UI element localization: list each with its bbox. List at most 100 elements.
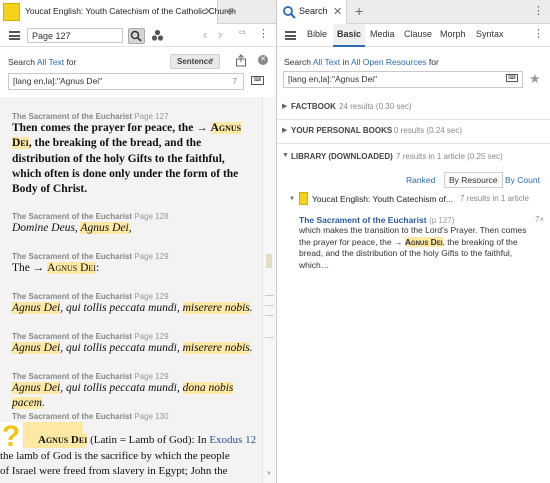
search-button[interactable] (128, 28, 145, 44)
query-count: 7 (232, 76, 237, 86)
text-d: of Israel were freed from slavery in Egy… (0, 465, 228, 478)
text-a: , qui tollis peccata mundi, (60, 342, 183, 354)
collapse-icon[interactable]: ▼ (289, 196, 295, 202)
clear-icon[interactable]: ✕ (258, 55, 268, 65)
tab-media[interactable]: Media (370, 29, 395, 39)
query-text: [lang en,la]:"Agnus Dei" (288, 74, 378, 84)
entry-6: The Sacrament of the Eucharist Page 129 … (12, 372, 257, 412)
search-icon (283, 6, 296, 19)
scroll-mark (265, 337, 274, 338)
entry-text: Then comes the prayer for peace, the → A… (12, 121, 257, 197)
menu-icon[interactable] (9, 31, 20, 40)
resource-title[interactable]: Youcat English: Youth Catechism of... (312, 194, 453, 204)
sentence-dropdown[interactable]: Sentence ▼ (170, 54, 220, 69)
search-line: Search All Text for (8, 57, 76, 67)
personal-books-section[interactable]: ▶ YOUR PERSONAL BOOKS 0 results (0.24 se… (277, 120, 550, 144)
all-text-link[interactable]: All Text (313, 57, 340, 67)
book-icon (299, 192, 308, 205)
tab-bible[interactable]: Bible (307, 29, 327, 39)
text-c: the lamb of God is the sacrifice by whic… (0, 450, 230, 462)
snippet-line: which makes the transition to the Lord’s… (299, 225, 527, 235)
text-a: The → (12, 262, 48, 274)
highlight-agnus-dei[interactable]: Agnus Dei (38, 434, 88, 446)
section-title: The Sacrament of the Eucharist (12, 412, 133, 421)
snippet-line: bread, and the distribution of the holy … (299, 248, 513, 258)
tab-youcat[interactable]: Youcat English: Youth Catechism of the C… (0, 0, 236, 24)
highlight-miserere[interactable]: miserere nobis (182, 302, 250, 314)
entry-text-cont: the lamb of God is the sacrifice by whic… (0, 449, 260, 480)
entry-head: The Sacrament of the Eucharist Page 129 (12, 332, 257, 341)
search-input[interactable]: [lang en,la]:"Agnus Dei" 7 (8, 73, 244, 90)
search-hit[interactable]: The Sacrament of the Eucharist (p 127) 7… (299, 215, 549, 271)
new-tab-icon[interactable]: + (226, 3, 234, 19)
more-icon[interactable]: ⋮ (258, 27, 269, 40)
search-line: Search All Text in All Open Resources fo… (284, 57, 439, 67)
by-resource-option[interactable]: By Resource (444, 172, 503, 188)
collapse-icon: ▼ (282, 152, 289, 159)
ranked-option[interactable]: Ranked (406, 175, 435, 185)
text-a: Then comes the prayer for peace, the → (12, 122, 211, 134)
menu-icon[interactable] (285, 31, 296, 40)
section-title: The Sacrament of the Eucharist (12, 252, 133, 261)
resource-info: 7 results in 1 article (460, 194, 529, 203)
section-title: The Sacrament of the Eucharist (12, 332, 133, 341)
all-text-link[interactable]: All Text (37, 57, 64, 67)
highlight-agnus-dei[interactable]: Agnus Dei (80, 222, 129, 234)
share-icon[interactable] (235, 54, 247, 67)
keyboard-icon[interactable]: ⌨ (506, 74, 518, 82)
section-title: The Sacrament of the Eucharist (12, 372, 133, 381)
tab-clause[interactable]: Clause (404, 29, 432, 39)
more-icon[interactable]: ⋮ (533, 27, 544, 40)
close-icon[interactable]: ✕ (204, 5, 213, 18)
resources-link[interactable]: All Open Resources (351, 57, 427, 67)
search-input[interactable]: [lang en,la]:"Agnus Dei" ⌨ (283, 71, 523, 88)
visual-filter-icon[interactable] (151, 29, 164, 42)
entry-head: The Sacrament of the Eucharist Page 128 (12, 212, 257, 221)
page-label: Page 129 (134, 372, 169, 381)
chevron-down-icon: ▼ (209, 58, 215, 64)
entry-head: The Sacrament of the Eucharist Page 129 (12, 292, 257, 301)
tab-morph[interactable]: Morph (440, 29, 466, 39)
highlight-agnus-dei[interactable]: Agnus Dei (12, 382, 61, 394)
left-tabbar: Youcat English: Youth Catechism of the C… (0, 0, 276, 24)
library-section[interactable]: ▼ LIBRARY (DOWNLOADED) 7 results in 1 ar… (277, 146, 550, 170)
highlight-miserere[interactable]: miserere nobis (182, 342, 250, 354)
close-icon[interactable]: ✕ (333, 5, 342, 18)
tab-title: Search (299, 6, 328, 16)
star-icon[interactable]: ★ (529, 71, 541, 87)
by-count-option[interactable]: By Count (505, 175, 540, 185)
tab-basic[interactable]: Basic (333, 24, 366, 47)
highlight-agnus-dei[interactable]: Agnus Dei (47, 262, 96, 274)
scroll-mark (265, 305, 274, 306)
scroll-down-icon[interactable]: ▼ (266, 471, 272, 477)
forward-icon[interactable]: › (218, 27, 222, 42)
exodus-link[interactable]: Exodus 12 (209, 434, 256, 446)
hit-title[interactable]: The Sacrament of the Eucharist (299, 215, 427, 225)
entry-head: The Sacrament of the Eucharist Page 129 (12, 372, 257, 381)
tab-search[interactable]: Search ✕ (277, 0, 347, 24)
page-label: Page 129 (134, 292, 169, 301)
factbook-section[interactable]: ▶ FACTBOOK 24 results (0.30 sec) (277, 96, 550, 120)
highlight-agnus-dei[interactable]: Agnus Dei (12, 342, 61, 354)
new-tab-icon[interactable]: + (355, 3, 363, 19)
snippet-text: , the breaking of the (442, 236, 518, 247)
reference-box[interactable]: Page 127 (27, 28, 123, 43)
highlight-agnus-dei[interactable]: Agnus Dei (12, 302, 61, 314)
left-pane: Youcat English: Youth Catechism of the C… (0, 0, 276, 483)
text-a: , qui tollis peccata mundi, (60, 382, 183, 394)
snippet-line: which… (299, 259, 330, 270)
personal-info: 0 results (0.24 sec) (394, 126, 463, 135)
panel-icon[interactable]: ▭ (239, 28, 246, 36)
book-icon (3, 3, 20, 21)
text-d: . (249, 302, 253, 314)
sentence-label: Sentence (177, 57, 213, 66)
text-a: Domine Deus, (12, 222, 81, 234)
more-icon[interactable]: ⋮ (533, 4, 544, 17)
keyboard-icon[interactable]: ⌨ (251, 76, 264, 85)
scroll-mark (265, 295, 274, 296)
scrollbar[interactable]: ▼ (262, 97, 276, 483)
tab-syntax[interactable]: Syntax (476, 29, 504, 39)
back-icon[interactable]: ‹ (203, 27, 207, 42)
text-d: . (42, 397, 45, 410)
scroll-thumb[interactable] (266, 254, 272, 268)
